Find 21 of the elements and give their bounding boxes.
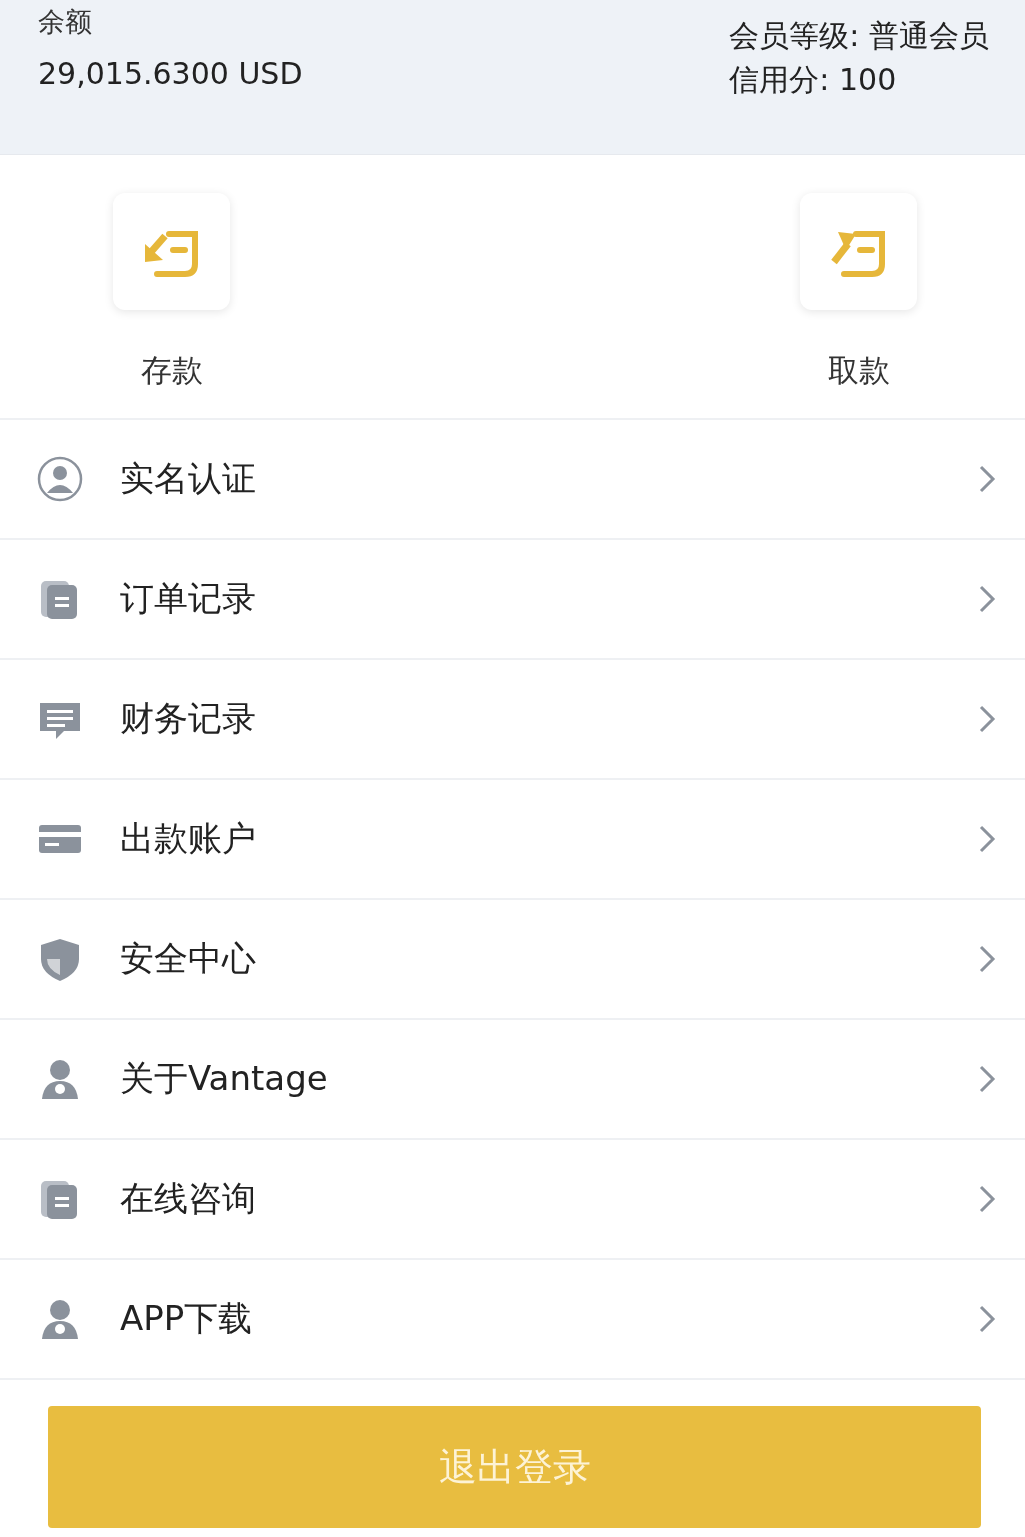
chevron-right-icon xyxy=(977,1303,997,1335)
menu-item[interactable]: APP下载 xyxy=(0,1260,1025,1380)
menu-item[interactable]: 出款账户 xyxy=(0,780,1025,900)
chevron-right-icon xyxy=(977,1183,997,1215)
chevron-right-icon xyxy=(977,583,997,615)
menu-item[interactable]: 实名认证 xyxy=(0,420,1025,540)
person-icon xyxy=(36,455,84,503)
menu-item[interactable]: 在线咨询 xyxy=(0,1140,1025,1260)
chevron-right-icon xyxy=(977,823,997,855)
member-level: 会员等级: 普通会员 xyxy=(729,17,989,55)
chevron-right-icon xyxy=(977,463,997,495)
balance-amount: 29,015.6300 USD xyxy=(38,55,303,93)
menu-item[interactable]: 财务记录 xyxy=(0,660,1025,780)
menu-item[interactable]: 订单记录 xyxy=(0,540,1025,660)
chevron-right-icon xyxy=(977,943,997,975)
chevron-right-icon xyxy=(977,703,997,735)
menu-item[interactable]: 安全中心 xyxy=(0,900,1025,1020)
chevron-right-icon xyxy=(977,1063,997,1095)
credit-score: 信用分: 100 xyxy=(729,61,898,99)
balance-label: 余额 xyxy=(38,5,93,39)
menu-item[interactable]: 关于Vantage xyxy=(0,1020,1025,1140)
